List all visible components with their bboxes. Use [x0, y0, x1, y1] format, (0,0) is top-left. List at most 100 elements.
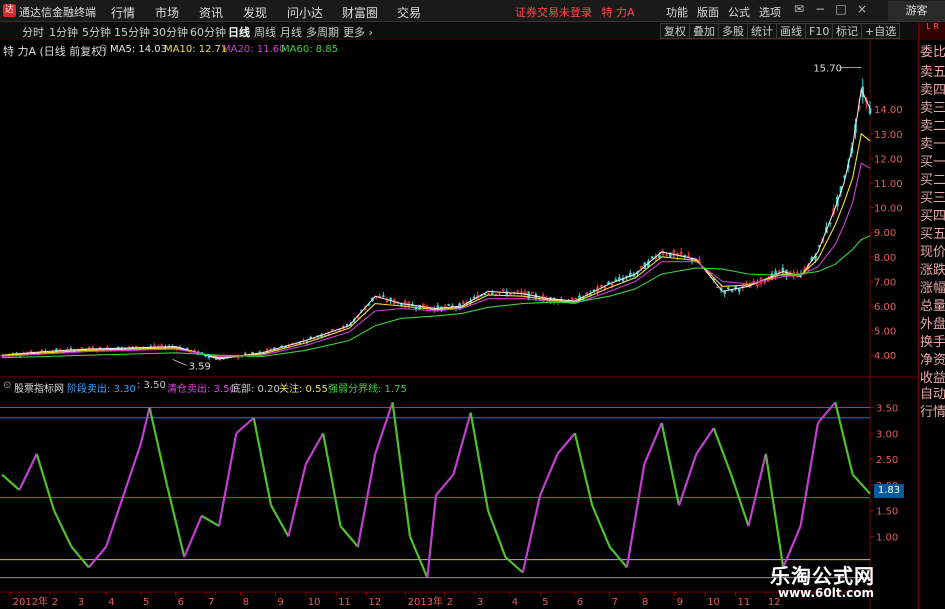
x-tick-label: 11	[338, 597, 351, 608]
main-y-tick-label: 6.00	[874, 302, 896, 313]
menu-gongshi[interactable]: 公式	[728, 4, 750, 20]
x-tick-label: 4	[512, 597, 518, 608]
button-diejia[interactable]: 叠加	[689, 23, 719, 39]
candle-body	[723, 290, 727, 294]
indicator-segment	[834, 402, 854, 475]
maximize-icon[interactable]: □	[834, 2, 848, 18]
indicator-segment	[391, 402, 412, 537]
menu-gongneng[interactable]: 功能	[666, 4, 688, 20]
button-zixuan[interactable]: +自选	[861, 23, 901, 39]
quote-sell2: 卖二	[920, 119, 945, 134]
quote-buy3: 买三	[920, 191, 945, 206]
indicator-segment	[339, 525, 359, 548]
period-1min[interactable]: 1分钟	[49, 24, 78, 40]
indicator-segment	[643, 422, 663, 465]
menu-xuanxiang[interactable]: 选项	[759, 4, 781, 20]
low-annotation-label: 3.59	[189, 361, 211, 372]
period-30min[interactable]: 30分钟	[152, 24, 188, 40]
sub-y-tick-label: 1.50	[876, 507, 898, 518]
x-tick-label: 4	[108, 597, 114, 608]
period-more[interactable]: 更多 ›	[343, 24, 373, 40]
period-5min[interactable]: 5分钟	[82, 24, 111, 40]
quote-panel: L R 委比 卖五 卖四 卖三 卖二 卖一 买一 买二 买三 买四 买五 现价 …	[918, 22, 945, 609]
x-tick-label: 8	[642, 597, 648, 608]
button-f10[interactable]: F10	[805, 23, 834, 39]
period-monthly[interactable]: 月线	[280, 24, 302, 40]
menu-jiaoyi[interactable]: 交易	[397, 4, 421, 21]
guest-button[interactable]: 游客	[888, 1, 945, 21]
main-y-tick-label: 9.00	[874, 228, 896, 239]
button-fuquan[interactable]: 复权	[660, 23, 690, 39]
x-tick-label: 9	[277, 597, 283, 608]
indicator-segment	[374, 401, 394, 455]
menu-hangqing[interactable]: 行情	[111, 4, 135, 21]
login-status[interactable]: 证券交易未登录 特 力A	[515, 4, 635, 20]
watermark-title: 乐淘公式网	[770, 564, 875, 588]
button-huaxian[interactable]: 画线	[776, 23, 806, 39]
x-tick-label: 5	[542, 597, 548, 608]
menu-caifuquan[interactable]: 财富圈	[342, 4, 378, 21]
indicator-segment	[625, 464, 646, 568]
indicator-segment	[712, 427, 733, 475]
indicator-segment	[35, 453, 56, 511]
button-duogu[interactable]: 多股	[718, 23, 748, 39]
period-15min[interactable]: 15分钟	[114, 24, 150, 40]
x-tick-label: 3	[477, 597, 483, 608]
candle-body	[727, 287, 730, 290]
x-tick-label: 2012年	[13, 595, 48, 608]
candle-body	[737, 288, 741, 292]
button-biaoji[interactable]: 标记	[832, 23, 862, 39]
indicator-segment	[18, 453, 38, 491]
quote-sell3: 卖三	[920, 101, 945, 116]
x-tick-label: 7	[208, 597, 214, 608]
button-tongji[interactable]: 统计	[747, 23, 777, 39]
ma-line-ma5	[1, 87, 871, 360]
indicator-segment	[851, 473, 871, 495]
quote-buy5: 买五	[920, 227, 945, 242]
indicator-segment	[217, 433, 238, 527]
menu-shichang[interactable]: 市场	[155, 4, 179, 21]
candle-body	[207, 356, 211, 359]
period-fenshi[interactable]: 分时	[22, 24, 44, 40]
period-daily[interactable]: 日线	[228, 24, 250, 40]
indicator-segment	[201, 514, 220, 528]
menu-zixun[interactable]: 资讯	[199, 4, 223, 21]
period-60min[interactable]: 60分钟	[190, 24, 226, 40]
ma-line-ma10	[1, 132, 871, 359]
indicator-segment	[356, 453, 377, 547]
menu-banmian[interactable]: 版面	[697, 4, 719, 20]
quote-market[interactable]: 行情	[920, 404, 945, 422]
menu-wenxiaoda[interactable]: 问小达	[287, 4, 323, 21]
period-multi[interactable]: 多周期	[306, 24, 339, 40]
main-y-tick-label: 8.00	[874, 253, 896, 264]
sub-y-tick-label: 1.00	[876, 532, 898, 543]
period-more-label: 更多	[343, 26, 365, 39]
quote-auto[interactable]: 自动	[920, 386, 945, 404]
quote-buy1: 买一	[920, 155, 945, 170]
x-tick-label: 10	[308, 597, 321, 608]
indicator-segment	[252, 417, 273, 506]
indicator-segment	[235, 416, 255, 435]
x-tick-label: 12	[369, 597, 382, 608]
indicator-segment	[521, 494, 542, 573]
charts-canvas[interactable]: 14.00 13.00 12.00 11.00 10.00 9.00 8.00 7.00 6.0…	[0, 40, 918, 609]
indicator-segment	[660, 422, 681, 506]
indicator-segment	[165, 484, 186, 558]
x-tick-label: 6	[577, 597, 583, 608]
quote-turnover: 换手	[920, 335, 945, 350]
x-tick-label: 2	[52, 597, 58, 608]
period-weekly[interactable]: 周线	[254, 24, 276, 40]
candle-body	[650, 256, 654, 259]
message-icon[interactable]: ✉	[792, 2, 806, 18]
minimize-icon[interactable]: −	[813, 2, 827, 18]
candle-body	[530, 292, 534, 294]
candle-body	[345, 324, 349, 326]
panel-badge[interactable]: L R	[919, 22, 945, 40]
indicator-segment	[695, 427, 715, 455]
x-tick-label: 10	[707, 597, 720, 608]
current-value-badge: 1.83	[874, 484, 904, 498]
menu-faxian[interactable]: 发现	[243, 4, 267, 21]
candle-body	[614, 279, 618, 281]
main-y-tick-label: 11.00	[874, 179, 903, 190]
close-icon[interactable]: ×	[855, 2, 869, 18]
